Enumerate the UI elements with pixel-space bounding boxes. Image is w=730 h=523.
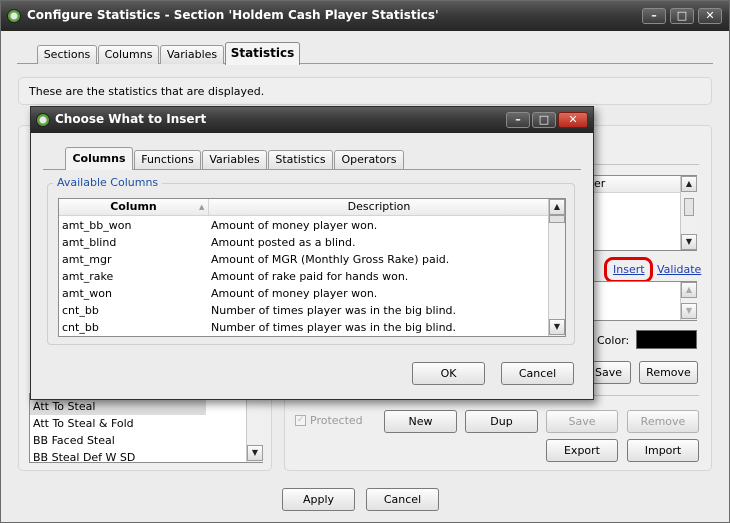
dialog-titlebar[interactable]: Choose What to Insert – □ ✕ — [31, 107, 593, 133]
protected-label: Protected — [310, 414, 363, 427]
color-label: Color: — [597, 334, 630, 347]
validate-link[interactable]: Validate — [657, 263, 701, 276]
row-column: amt_rake — [62, 270, 114, 283]
column-header[interactable]: Column ▲ — [59, 199, 209, 216]
dialog-tab-variables[interactable]: Variables — [202, 150, 267, 169]
table-row[interactable]: amt_rake Amount of rake paid for hands w… — [59, 268, 549, 285]
import-button[interactable]: Import — [627, 439, 699, 462]
section-divider — [591, 164, 699, 165]
apply-button[interactable]: Apply — [282, 488, 355, 511]
available-columns-label: Available Columns — [53, 176, 163, 189]
row-description: Amount posted as a blind. — [211, 236, 356, 249]
columns-list[interactable]: Column ▲ Description amt_bb_won Amount o… — [58, 198, 566, 337]
window-titlebar[interactable]: Configure Statistics - Section 'Holdem C… — [1, 1, 729, 31]
column-header-label: Column — [110, 200, 157, 213]
close-button[interactable]: ✕ — [698, 8, 722, 24]
app-logo-icon — [7, 9, 21, 23]
scroll-thumb[interactable] — [549, 215, 565, 223]
table-row[interactable]: cnt_bb Number of times player was in the… — [59, 319, 549, 336]
dialog-title: Choose What to Insert — [55, 112, 207, 126]
choose-insert-dialog: Choose What to Insert – □ ✕ Columns Func… — [30, 106, 594, 400]
tab-sections[interactable]: Sections — [37, 45, 97, 64]
columns-list-scrollbar[interactable]: ▲ ▼ — [548, 199, 565, 336]
list-item[interactable]: Att To Steal & Fold — [30, 415, 134, 432]
dup-button[interactable]: Dup — [465, 410, 538, 433]
table-row[interactable]: cnt_bb Number of times player was in the… — [59, 302, 549, 319]
minimize-button[interactable]: – — [642, 8, 666, 24]
dialog-maximize-button[interactable]: □ — [532, 112, 556, 128]
row-column: amt_won — [62, 287, 112, 300]
sort-asc-icon: ▲ — [199, 203, 205, 211]
remove-format-button[interactable]: Remove — [639, 361, 698, 384]
maximize-button[interactable]: □ — [670, 8, 694, 24]
list-item[interactable]: BB Faced Steal — [30, 432, 115, 449]
row-column: cnt_bb — [62, 304, 99, 317]
row-description: Amount of money player won. — [211, 219, 378, 232]
export-button[interactable]: Export — [546, 439, 618, 462]
list-item[interactable]: Att To Steal — [30, 398, 206, 415]
formula-textbox[interactable]: ▲ ▼ — [591, 281, 697, 321]
row-column: cnt_bb — [62, 321, 99, 334]
table-row[interactable]: amt_blind Amount posted as a blind. — [59, 234, 549, 251]
dialog-tab-operators[interactable]: Operators — [334, 150, 404, 169]
scroll-down-arrow-icon[interactable]: ▼ — [247, 445, 263, 461]
info-text: These are the statistics that are displa… — [29, 85, 265, 98]
row-description: Amount of money player won. — [211, 287, 378, 300]
list-item[interactable]: BB Steal Def W SD — [30, 449, 135, 466]
scroll-up-arrow-icon[interactable]: ▲ — [549, 199, 565, 215]
tab-statistics[interactable]: Statistics — [225, 42, 300, 65]
statistics-list[interactable]: Att To Steal Att To Steal & Fold BB Face… — [29, 393, 263, 466]
description-header[interactable]: Description — [209, 199, 549, 216]
dialog-tab-statistics[interactable]: Statistics — [268, 150, 333, 169]
stat-list-scrollbar[interactable]: ▼ — [246, 394, 263, 462]
app-logo-icon — [36, 113, 50, 127]
tab-columns[interactable]: Columns — [98, 45, 159, 64]
window-title: Configure Statistics - Section 'Holdem C… — [27, 8, 439, 22]
scroll-down-arrow-icon[interactable]: ▼ — [681, 234, 697, 250]
dialog-tab-columns[interactable]: Columns — [65, 147, 133, 170]
table-row[interactable]: amt_mgr Amount of MGR (Monthly Gross Rak… — [59, 251, 549, 268]
dialog-close-button[interactable]: ✕ — [558, 112, 588, 128]
dialog-minimize-button[interactable]: – — [506, 112, 530, 128]
new-button[interactable]: New — [384, 410, 457, 433]
used-columns-scrollbar[interactable]: ▲ ▼ — [680, 176, 697, 250]
row-column: amt_blind — [62, 236, 117, 249]
insert-link[interactable]: Insert — [613, 263, 645, 276]
dialog-cancel-button[interactable]: Cancel — [501, 362, 574, 385]
row-column: amt_mgr — [62, 253, 112, 266]
ok-button[interactable]: OK — [412, 362, 485, 385]
main-cancel-button[interactable]: Cancel — [366, 488, 439, 511]
table-row[interactable]: amt_won Amount of money player won. — [59, 285, 549, 302]
scroll-up-arrow-icon[interactable]: ▲ — [681, 282, 697, 298]
remove-stat-button[interactable]: Remove — [627, 410, 699, 433]
row-description: Number of times player was in the big bl… — [211, 321, 457, 334]
table-row[interactable]: amt_bb_won Amount of money player won. — [59, 217, 549, 234]
protected-checkbox[interactable]: ✓ — [295, 415, 306, 426]
used-columns-list[interactable]: er ▲ ▼ — [591, 175, 697, 251]
section-divider — [586, 395, 699, 396]
row-column: amt_bb_won — [62, 219, 132, 232]
tab-variables[interactable]: Variables — [160, 45, 224, 64]
scroll-down-arrow-icon[interactable]: ▼ — [681, 303, 697, 319]
row-description: Amount of MGR (Monthly Gross Rake) paid. — [211, 253, 450, 266]
row-description: Number of times player was in the big bl… — [211, 304, 457, 317]
scroll-thumb[interactable] — [684, 198, 694, 216]
dialog-tab-functions[interactable]: Functions — [134, 150, 201, 169]
scroll-up-arrow-icon[interactable]: ▲ — [681, 176, 697, 192]
save-stat-button[interactable]: Save — [546, 410, 618, 433]
row-description: Amount of rake paid for hands won. — [211, 270, 409, 283]
scroll-down-arrow-icon[interactable]: ▼ — [549, 319, 565, 335]
used-columns-header[interactable]: er — [592, 176, 680, 193]
formula-scrollbar[interactable]: ▲ ▼ — [680, 282, 697, 320]
color-swatch[interactable] — [636, 330, 697, 349]
info-box: These are the statistics that are displa… — [18, 77, 712, 105]
